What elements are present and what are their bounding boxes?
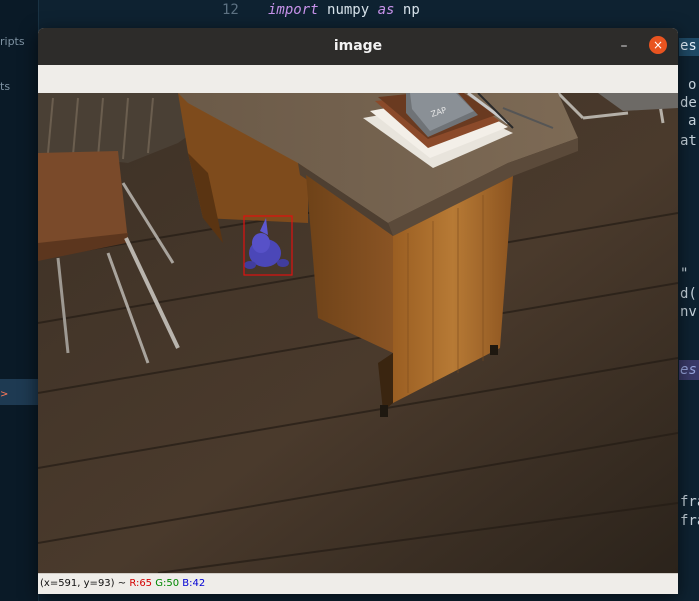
pixel-info: (x=591, y=93) ~ R:65 G:50 B:42 bbox=[40, 578, 205, 589]
pixel-green-value: G:50 bbox=[155, 578, 180, 589]
code-fragment: o bbox=[688, 77, 697, 93]
code-alias: np bbox=[402, 2, 420, 18]
code-fragment: es bbox=[680, 38, 697, 54]
minimize-button[interactable]: – bbox=[614, 36, 634, 56]
pixel-blue-value: B:42 bbox=[182, 578, 206, 589]
keyword-import: import bbox=[268, 2, 319, 18]
sidebar-active-marker: > bbox=[0, 389, 9, 400]
code-fragment: d( bbox=[680, 286, 697, 302]
code-fragment: de bbox=[680, 95, 697, 111]
pixel-red-value: R:65 bbox=[129, 578, 153, 589]
code-line-import[interactable]: import numpy as np bbox=[268, 2, 420, 18]
close-button[interactable]: × bbox=[649, 36, 667, 54]
window-title: image bbox=[333, 38, 383, 54]
code-fragment: fra bbox=[680, 513, 699, 529]
editor-sidebar: ripts ts > bbox=[0, 0, 39, 601]
window-titlebar[interactable]: image – × bbox=[38, 28, 678, 65]
image-canvas[interactable]: ZAP bbox=[38, 93, 678, 573]
status-bar: (x=591, y=93) ~ R:65 G:50 B:42 bbox=[38, 573, 678, 594]
cursor-coords: (x=591, y=93) ~ bbox=[40, 578, 130, 589]
code-fragment: at bbox=[680, 133, 697, 149]
keyword-as: as bbox=[377, 2, 395, 18]
code-fragment: es bbox=[680, 362, 697, 378]
code-fragment: nv bbox=[680, 304, 697, 320]
window-toolbar bbox=[38, 65, 678, 94]
code-fragment: " bbox=[680, 266, 689, 282]
sidebar-item-scripts[interactable]: ripts bbox=[0, 35, 25, 48]
code-fragment: fra bbox=[680, 494, 699, 510]
image-window[interactable]: image – × ZAP (x=591, y=93) ~ R:65 G:50 … bbox=[38, 28, 678, 594]
code-module: numpy bbox=[327, 2, 370, 18]
code-fragment: a bbox=[688, 113, 697, 129]
sidebar-item-ts[interactable]: ts bbox=[0, 80, 10, 93]
line-number: 12 bbox=[222, 2, 239, 18]
